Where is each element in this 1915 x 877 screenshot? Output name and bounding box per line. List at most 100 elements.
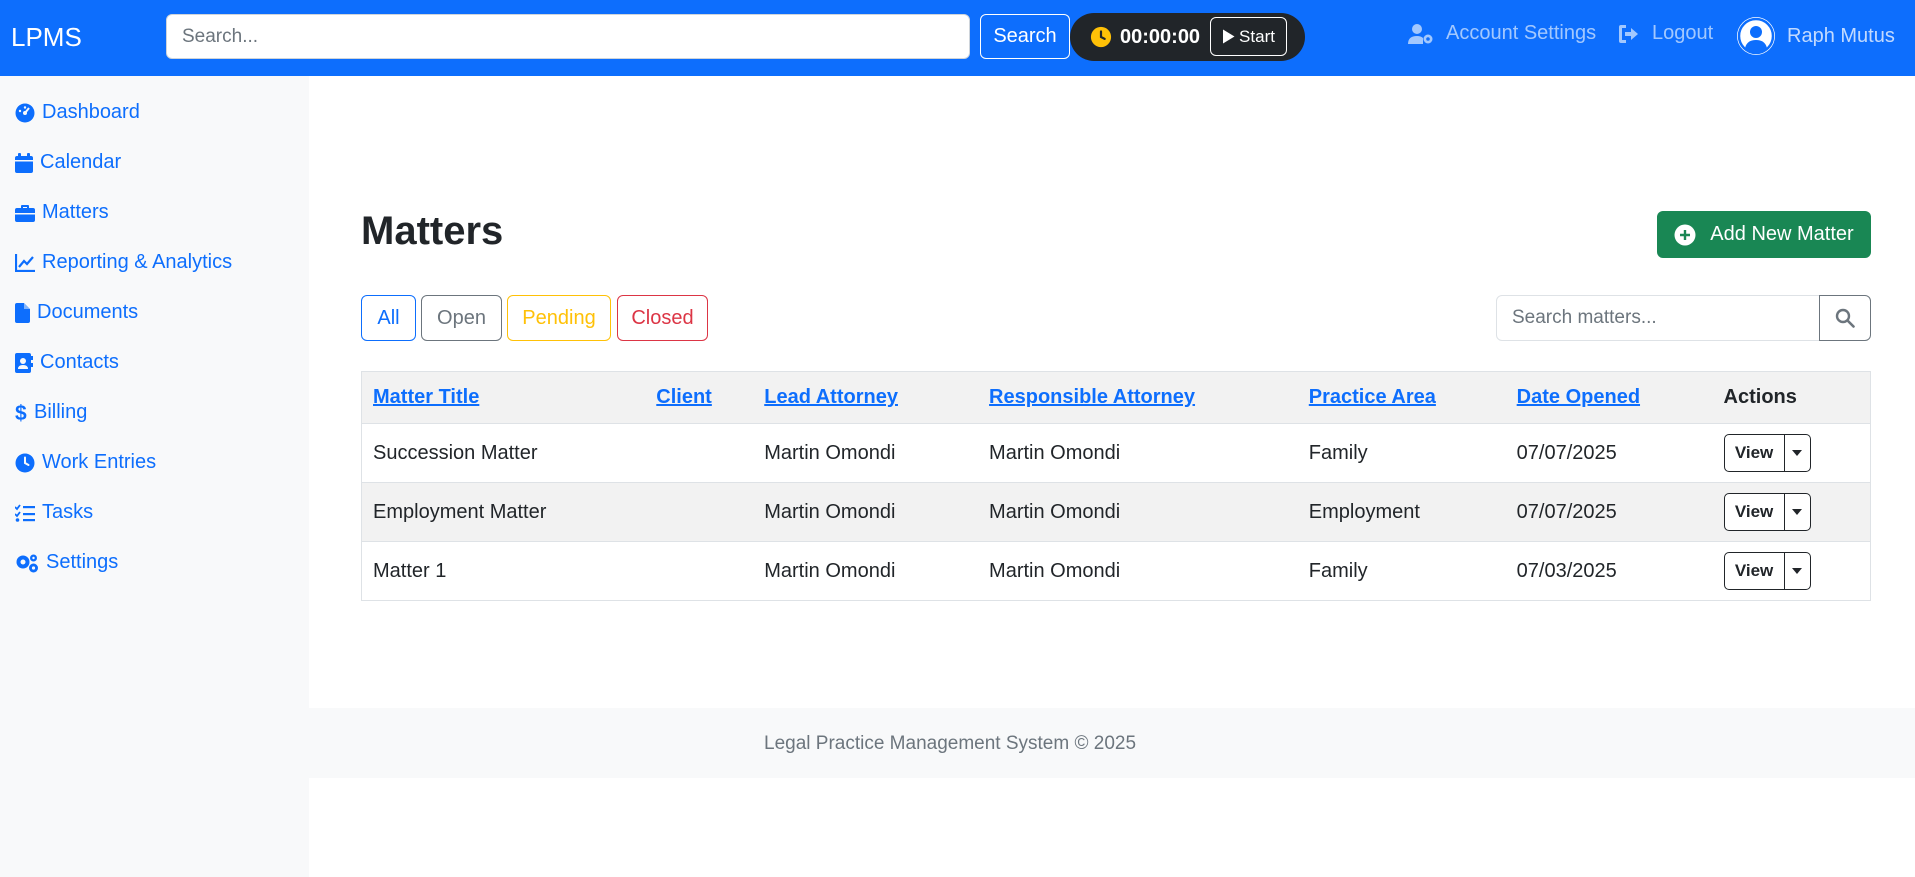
add-new-matter-label: Add New Matter [1710, 223, 1854, 245]
practice-area-cell: Employment [1297, 482, 1506, 542]
calendar-icon [15, 152, 33, 173]
filter-pending-button[interactable]: Pending [507, 295, 611, 341]
matters-search-input[interactable] [1496, 295, 1820, 341]
sidebar-item-matters[interactable]: Matters [15, 201, 109, 224]
matters-table: Matter Title Client Lead Attorney Respon… [361, 371, 1871, 601]
sidebar-item-label: Matters [42, 201, 109, 223]
practice-area-cell: Family [1297, 541, 1506, 601]
actions-dropdown-toggle[interactable] [1784, 552, 1811, 590]
sidebar-item-dashboard[interactable]: Dashboard [15, 101, 140, 124]
responsible-attorney-cell: Martin Omondi [978, 541, 1298, 601]
sidebar-item-settings[interactable]: Settings [15, 551, 118, 574]
sidebar-item-label: Billing [34, 401, 88, 423]
caret-down-icon [1792, 450, 1803, 456]
sidebar-item-label: Contacts [40, 351, 119, 373]
timer-widget: 00:00:00 Start [1070, 13, 1305, 61]
global-search-button[interactable]: Search [980, 14, 1070, 59]
table-row: Succession Matter Martin Omondi Martin O… [361, 423, 1871, 483]
sort-responsible-attorney-link[interactable]: Responsible Attorney [989, 386, 1195, 408]
column-header: Practice Area [1297, 371, 1506, 424]
sidebar-item-documents[interactable]: Documents [15, 301, 138, 324]
dollar-icon: $ [15, 402, 27, 424]
sidebar-item-contacts[interactable]: Contacts [15, 351, 119, 374]
row-actions-group: View [1723, 552, 1811, 590]
timer-clock-icon [1090, 26, 1112, 48]
practice-area-cell: Family [1297, 423, 1506, 483]
filter-all-button[interactable]: All [361, 295, 416, 341]
sidebar-item-billing[interactable]: $ Billing [15, 401, 87, 424]
page-title: Matters [361, 209, 504, 253]
briefcase-icon [15, 204, 35, 222]
sort-lead-attorney-link[interactable]: Lead Attorney [764, 386, 898, 408]
account-settings-label: Account Settings [1446, 22, 1597, 44]
view-button[interactable]: View [1723, 434, 1785, 472]
matters-search-button[interactable] [1819, 295, 1871, 341]
sidebar-item-work-entries[interactable]: Work Entries [15, 451, 156, 474]
client-cell [645, 423, 754, 483]
svg-text:$: $ [15, 402, 27, 424]
actions-cell: View [1712, 423, 1871, 483]
client-cell [645, 541, 754, 601]
sort-matter-title-link[interactable]: Matter Title [373, 386, 479, 408]
account-settings-link[interactable]: Account Settings [1408, 22, 1596, 45]
sidebar-item-label: Settings [46, 551, 119, 573]
responsible-attorney-cell: Martin Omondi [978, 482, 1298, 542]
logout-label: Logout [1652, 22, 1714, 44]
date-opened-cell: 07/07/2025 [1505, 423, 1713, 483]
file-icon [15, 302, 30, 323]
search-icon [1835, 308, 1855, 328]
gears-icon [16, 554, 38, 572]
sidebar-item-reporting[interactable]: Reporting & Analytics [15, 251, 232, 274]
user-avatar-icon [1737, 17, 1775, 55]
date-opened-cell: 07/07/2025 [1505, 482, 1713, 542]
timer-start-button[interactable]: Start [1210, 17, 1287, 56]
brand-logo[interactable]: LPMS [11, 22, 82, 53]
logout-icon [1619, 24, 1638, 43]
play-icon [1223, 29, 1235, 44]
global-search-input[interactable] [166, 14, 970, 59]
avatar [1737, 17, 1775, 55]
gauge-icon [15, 103, 35, 122]
row-actions-group: View [1723, 434, 1811, 472]
lead-attorney-cell: Martin Omondi [753, 482, 979, 542]
lead-attorney-cell: Martin Omondi [753, 423, 979, 483]
sidebar-item-label: Dashboard [42, 101, 140, 123]
user-menu[interactable]: Raph Mutus [1737, 17, 1895, 55]
table-row: Matter 1 Martin Omondi Martin Omondi Fam… [361, 541, 1871, 601]
footer: Legal Practice Management System © 2025 [309, 708, 1915, 778]
sort-client-link[interactable]: Client [656, 386, 712, 408]
list-check-icon [15, 503, 35, 522]
filter-open-button[interactable]: Open [421, 295, 502, 341]
client-cell [645, 482, 754, 542]
matter-title-cell: Matter 1 [361, 541, 646, 601]
sidebar: Dashboard Calendar Matters Reporting & A… [0, 76, 309, 877]
column-header: Client [645, 371, 754, 424]
filter-closed-button[interactable]: Closed [617, 295, 708, 341]
view-button[interactable]: View [1723, 493, 1785, 531]
sidebar-item-label: Work Entries [42, 451, 157, 473]
sidebar-item-label: Tasks [42, 501, 94, 523]
top-navbar: LPMS Search 00:00:00 Start Account Setti… [0, 0, 1915, 76]
chart-line-icon [15, 253, 35, 272]
sort-practice-area-link[interactable]: Practice Area [1309, 386, 1436, 408]
actions-cell: View [1712, 482, 1871, 542]
column-header: Lead Attorney [753, 371, 979, 424]
sort-date-opened-link[interactable]: Date Opened [1517, 386, 1640, 408]
table-header-row: Matter Title Client Lead Attorney Respon… [361, 371, 1871, 424]
sidebar-item-tasks[interactable]: Tasks [15, 501, 93, 524]
matter-title-cell: Employment Matter [361, 482, 646, 542]
column-header: Date Opened [1505, 371, 1713, 424]
sidebar-item-calendar[interactable]: Calendar [15, 151, 121, 174]
table-row: Employment Matter Martin Omondi Martin O… [361, 482, 1871, 542]
address-book-icon [15, 352, 33, 373]
row-actions-group: View [1723, 493, 1811, 531]
sidebar-item-label: Reporting & Analytics [42, 251, 233, 273]
actions-dropdown-toggle[interactable] [1784, 493, 1811, 531]
timer-start-label: Start [1239, 26, 1275, 46]
view-button[interactable]: View [1723, 552, 1785, 590]
lead-attorney-cell: Martin Omondi [753, 541, 979, 601]
responsible-attorney-cell: Martin Omondi [978, 423, 1298, 483]
actions-dropdown-toggle[interactable] [1784, 434, 1811, 472]
add-new-matter-button[interactable]: Add New Matter [1657, 211, 1871, 258]
logout-link[interactable]: Logout [1618, 22, 1713, 45]
